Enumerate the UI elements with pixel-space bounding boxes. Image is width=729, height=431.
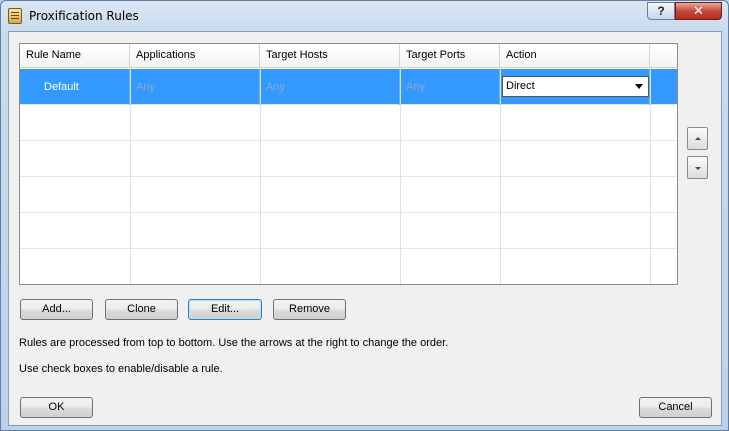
- empty-row: [20, 105, 677, 141]
- column-header-target-hosts[interactable]: Target Hosts: [260, 44, 400, 68]
- add-button[interactable]: Add...: [20, 299, 93, 320]
- grid-line: [500, 68, 501, 284]
- chevron-down-icon: [635, 84, 643, 89]
- target-ports-cell[interactable]: Any: [400, 69, 500, 105]
- empty-row: [20, 249, 677, 284]
- target-hosts-cell[interactable]: Any: [260, 69, 400, 105]
- applications-cell[interactable]: Any: [130, 69, 260, 105]
- dialog-client-area: Rule Name Applications Target Hosts Targ…: [8, 31, 722, 426]
- grid-line: [130, 68, 131, 284]
- help-button[interactable]: ?: [647, 2, 675, 20]
- ok-button[interactable]: OK: [20, 397, 93, 418]
- arrow-down-icon: [695, 167, 701, 170]
- grid-line: [400, 68, 401, 284]
- cancel-button[interactable]: Cancel: [639, 397, 712, 418]
- arrow-up-icon: [695, 137, 701, 140]
- grid-line: [650, 68, 651, 284]
- title-bar[interactable]: Proxification Rules ? ✕: [1, 1, 728, 31]
- grid-header: Rule Name Applications Target Hosts Targ…: [20, 44, 677, 68]
- grid-line: [260, 68, 261, 284]
- column-header-applications[interactable]: Applications: [130, 44, 260, 68]
- table-row-default[interactable]: Default Any Any Any Direct: [20, 69, 677, 105]
- close-button[interactable]: ✕: [675, 2, 722, 20]
- remove-button[interactable]: Remove: [273, 299, 346, 320]
- action-select[interactable]: Direct: [502, 76, 649, 97]
- clone-button[interactable]: Clone: [105, 299, 178, 320]
- rule-name-cell[interactable]: Default: [20, 69, 130, 105]
- action-cell: Direct: [500, 69, 650, 105]
- empty-row: [20, 177, 677, 213]
- empty-row: [20, 213, 677, 249]
- proxification-rules-window: Proxification Rules ? ✕ Rule Name Applic…: [0, 0, 729, 431]
- empty-row: [20, 141, 677, 177]
- rules-list-icon: [8, 8, 22, 24]
- window-title: Proxification Rules: [29, 9, 139, 23]
- edit-button[interactable]: Edit...: [188, 299, 262, 320]
- move-up-button[interactable]: [687, 127, 708, 150]
- move-down-button[interactable]: [687, 156, 708, 179]
- checkbox-hint-text: Use check boxes to enable/disable a rule…: [19, 363, 223, 375]
- column-header-action[interactable]: Action: [500, 44, 650, 68]
- column-header-rule-name[interactable]: Rule Name: [20, 44, 130, 68]
- column-header-target-ports[interactable]: Target Ports: [400, 44, 500, 68]
- rules-grid[interactable]: Rule Name Applications Target Hosts Targ…: [19, 43, 678, 285]
- action-select-value: Direct: [506, 80, 535, 92]
- order-hint-text: Rules are processed from top to bottom. …: [19, 337, 449, 349]
